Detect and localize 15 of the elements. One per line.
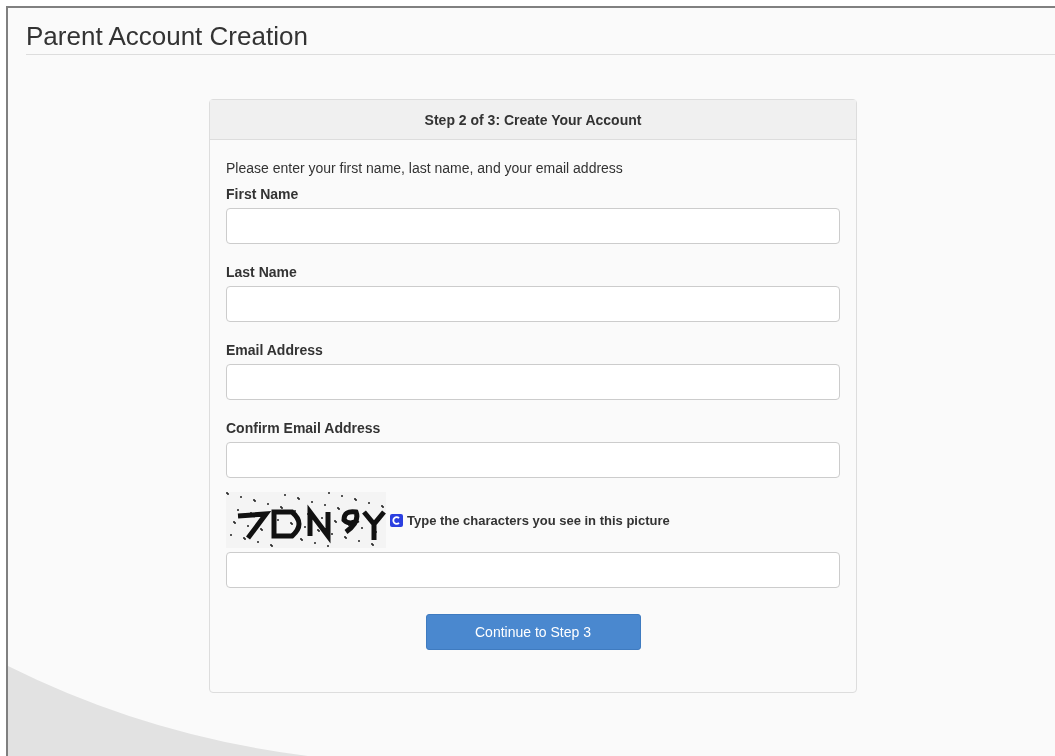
- captcha-input-field[interactable]: [226, 552, 840, 588]
- refresh-icon[interactable]: [390, 513, 403, 527]
- captcha-prompt: Type the characters you see in this picture: [407, 512, 670, 528]
- input-field[interactable]: [226, 364, 840, 400]
- input-field[interactable]: [226, 286, 840, 322]
- page-title: Parent Account Creation: [26, 20, 1055, 55]
- continue-button[interactable]: Continue to Step 3: [425, 614, 641, 650]
- input-field[interactable]: [226, 442, 840, 478]
- field-label: Confirm Email Address: [226, 420, 382, 436]
- input-field[interactable]: [226, 208, 840, 244]
- step-heading: Step 2 of 3: Create Your Account: [424, 111, 642, 128]
- field-label: First Name: [226, 186, 300, 202]
- instructions-text: Please enter your first name, last name, and your email address: [226, 160, 624, 176]
- field-label: Last Name: [226, 264, 298, 280]
- field-label: Email Address: [226, 342, 324, 358]
